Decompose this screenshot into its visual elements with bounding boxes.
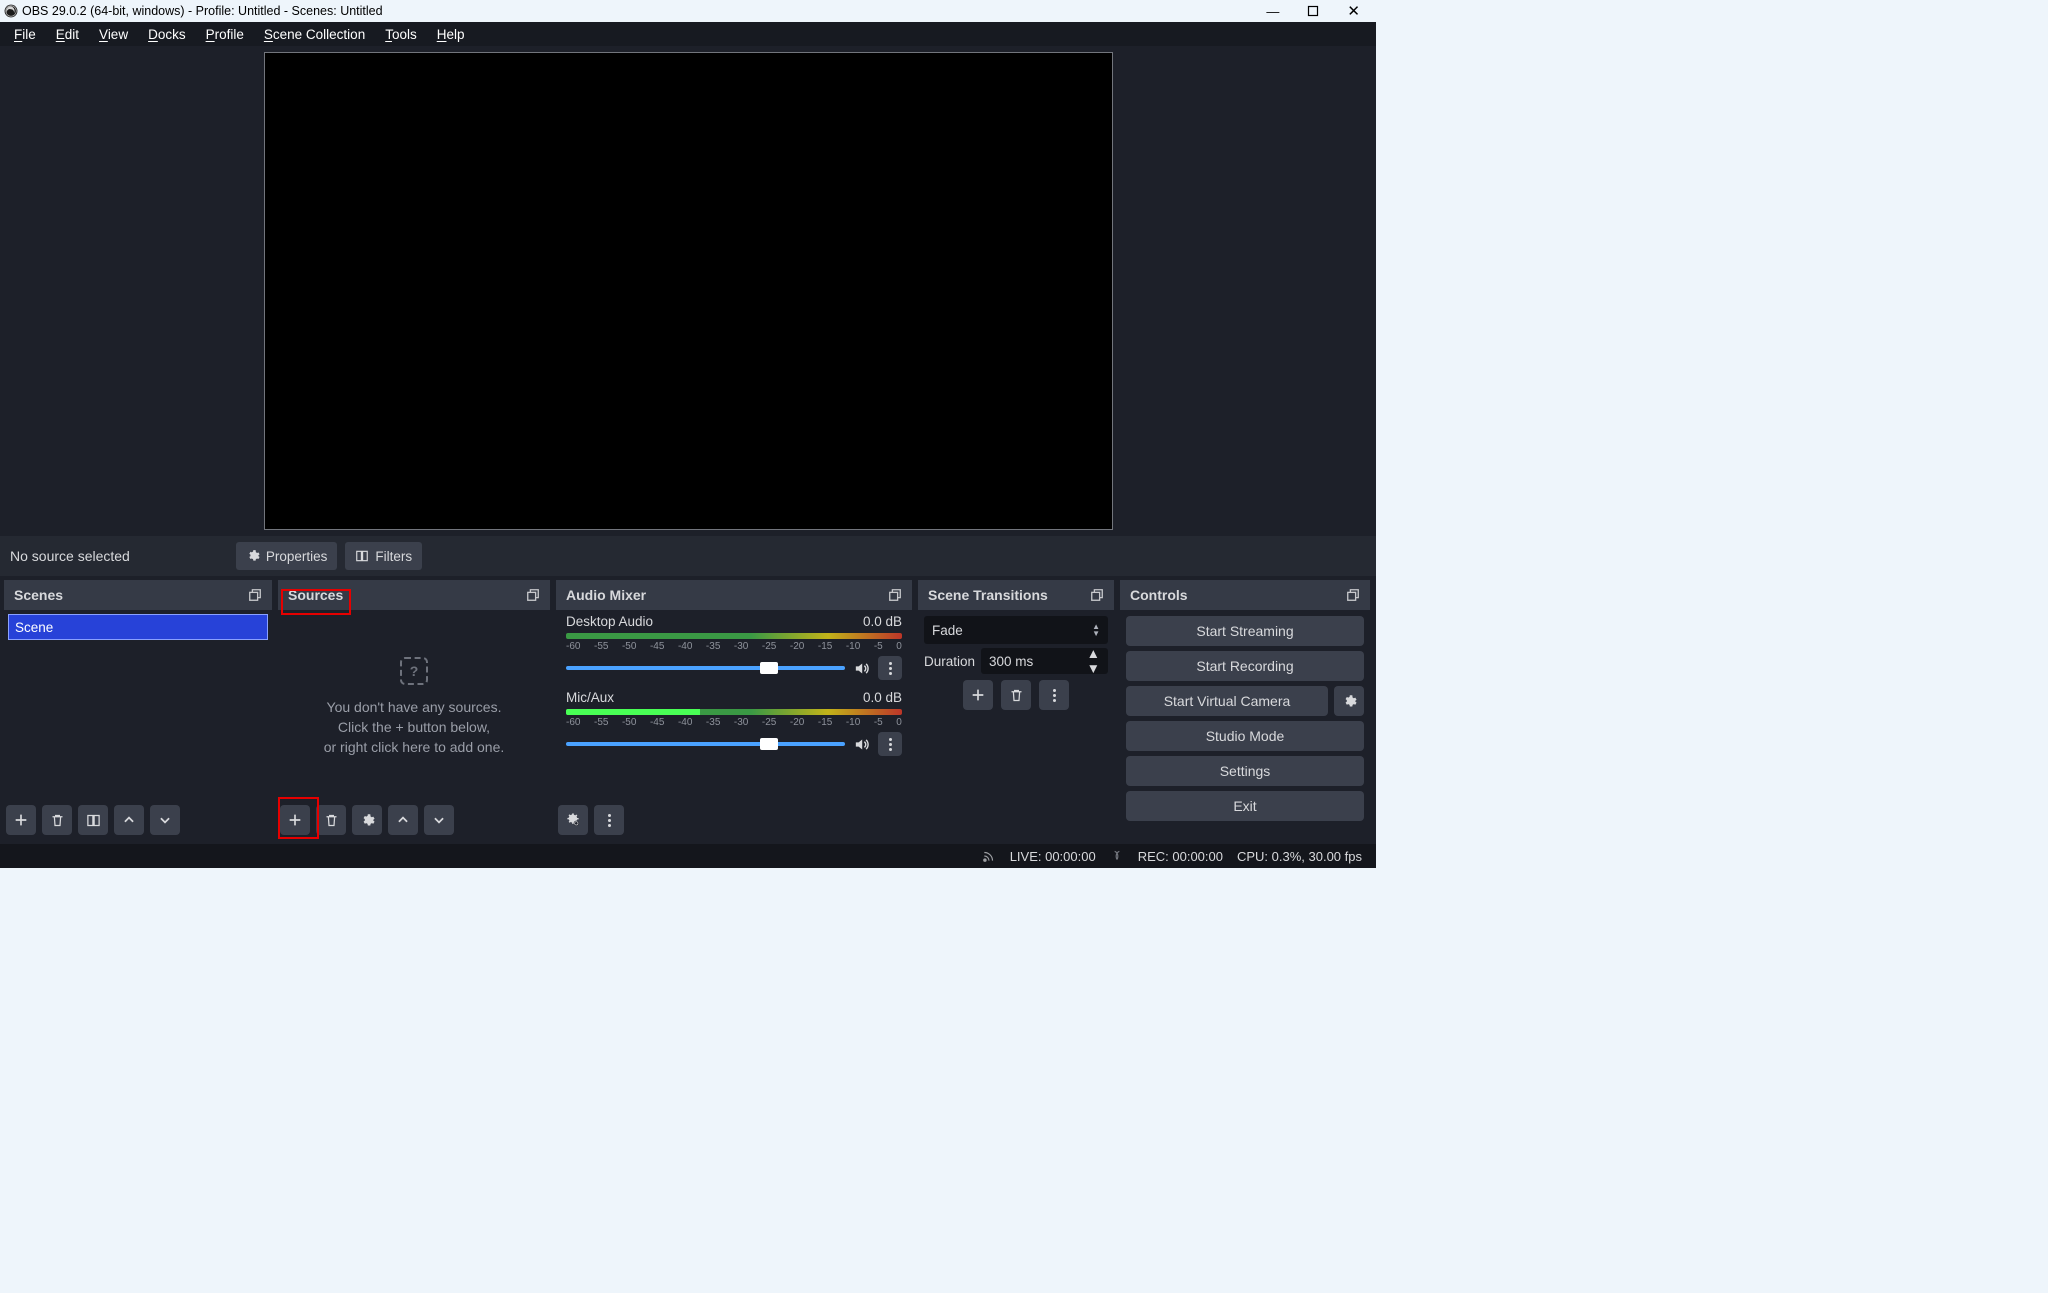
studio-mode-button[interactable]: Studio Mode: [1126, 721, 1364, 751]
volume-slider[interactable]: [566, 742, 845, 746]
mixer-channel: Mic/Aux 0.0 dB -60-55-50-45-40-35-30-25-…: [556, 686, 912, 762]
menu-scene-collection[interactable]: Scene Collection: [254, 24, 375, 45]
virtual-camera-settings-button[interactable]: [1334, 686, 1364, 716]
question-icon: ?: [400, 657, 428, 685]
preview-canvas[interactable]: [264, 52, 1113, 530]
sources-empty-placeholder[interactable]: ? You don't have any sources. Click the …: [278, 610, 550, 802]
popout-icon[interactable]: [888, 588, 902, 602]
mixer-channel: Desktop Audio 0.0 dB -60-55-50-45-40-35-…: [556, 610, 912, 686]
duration-input[interactable]: 300 ms ▲▼: [981, 648, 1108, 674]
window-titlebar: OBS 29.0.2 (64-bit, windows) - Profile: …: [0, 0, 1376, 22]
add-transition-button[interactable]: [963, 680, 993, 710]
popout-icon[interactable]: [526, 588, 540, 602]
scenes-header[interactable]: Scenes: [4, 580, 272, 610]
window-title: OBS 29.0.2 (64-bit, windows) - Profile: …: [22, 4, 383, 18]
filters-icon: [355, 549, 369, 563]
menu-tools[interactable]: Tools: [375, 24, 427, 45]
scene-move-up-button[interactable]: [114, 805, 144, 835]
gear-icon: [246, 549, 260, 563]
start-virtual-camera-button[interactable]: Start Virtual Camera: [1126, 686, 1328, 716]
audio-meter: [566, 633, 902, 639]
popout-icon[interactable]: [248, 588, 262, 602]
source-properties-button[interactable]: [352, 805, 382, 835]
channel-menu-button[interactable]: [878, 656, 902, 680]
minimize-button[interactable]: —: [1266, 5, 1279, 18]
meter-ticks: -60-55-50-45-40-35-30-25-20-15-10-50: [566, 641, 902, 652]
source-move-up-button[interactable]: [388, 805, 418, 835]
channel-name: Desktop Audio: [566, 614, 653, 629]
start-streaming-button[interactable]: Start Streaming: [1126, 616, 1364, 646]
disconnect-icon: [1110, 849, 1124, 863]
scene-move-down-button[interactable]: [150, 805, 180, 835]
popout-icon[interactable]: [1346, 588, 1360, 602]
menu-file[interactable]: File: [4, 24, 46, 45]
mixer-header[interactable]: Audio Mixer: [556, 580, 912, 610]
spinner-icon: ▲▼: [1092, 623, 1100, 637]
channel-name: Mic/Aux: [566, 690, 614, 705]
channel-db: 0.0 dB: [863, 690, 902, 705]
menu-edit[interactable]: Edit: [46, 24, 89, 45]
mixer-menu-button[interactable]: [594, 805, 624, 835]
remove-transition-button[interactable]: [1001, 680, 1031, 710]
meter-ticks: -60-55-50-45-40-35-30-25-20-15-10-50: [566, 717, 902, 728]
controls-dock: Controls Start Streaming Start Recording…: [1120, 580, 1370, 838]
controls-header[interactable]: Controls: [1120, 580, 1370, 610]
properties-button[interactable]: Properties: [236, 542, 338, 570]
preview-area: [0, 46, 1376, 536]
spinner-icon: ▲▼: [1087, 646, 1100, 676]
menu-bar: File Edit View Docks Profile Scene Colle…: [0, 22, 1376, 46]
start-recording-button[interactable]: Start Recording: [1126, 651, 1364, 681]
transition-select[interactable]: Fade ▲▼: [924, 616, 1108, 644]
speaker-icon[interactable]: [853, 660, 870, 677]
transition-menu-button[interactable]: [1039, 680, 1069, 710]
close-button[interactable]: ✕: [1347, 5, 1360, 18]
add-source-button[interactable]: [280, 805, 310, 835]
channel-db: 0.0 dB: [863, 614, 902, 629]
audio-meter: [566, 709, 902, 715]
duration-label: Duration: [924, 654, 975, 669]
remove-source-button[interactable]: [316, 805, 346, 835]
maximize-button[interactable]: [1307, 5, 1319, 18]
transitions-dock: Scene Transitions Fade ▲▼ Duration 300 m…: [918, 580, 1114, 838]
sources-dock: Sources ? You don't have any sources. Cl…: [278, 580, 550, 838]
menu-help[interactable]: Help: [427, 24, 475, 45]
status-rec: REC: 00:00:00: [1138, 849, 1223, 864]
status-live: LIVE: 00:00:00: [1010, 849, 1096, 864]
settings-button[interactable]: Settings: [1126, 756, 1364, 786]
filters-button[interactable]: Filters: [345, 542, 422, 570]
channel-menu-button[interactable]: [878, 732, 902, 756]
status-cpu: CPU: 0.3%, 30.00 fps: [1237, 849, 1362, 864]
scene-filters-button[interactable]: [78, 805, 108, 835]
remove-scene-button[interactable]: [42, 805, 72, 835]
source-info-bar: No source selected Properties Filters: [0, 536, 1376, 576]
audio-mixer-dock: Audio Mixer Desktop Audio 0.0 dB -60-55-…: [556, 580, 912, 838]
mixer-advanced-button[interactable]: [558, 805, 588, 835]
menu-profile[interactable]: Profile: [196, 24, 254, 45]
exit-button[interactable]: Exit: [1126, 791, 1364, 821]
no-source-label: No source selected: [10, 548, 130, 564]
add-scene-button[interactable]: [6, 805, 36, 835]
menu-docks[interactable]: Docks: [138, 24, 196, 45]
popout-icon[interactable]: [1090, 588, 1104, 602]
sources-header[interactable]: Sources: [278, 580, 550, 610]
scene-item[interactable]: Scene: [8, 614, 268, 640]
speaker-icon[interactable]: [853, 736, 870, 753]
transitions-header[interactable]: Scene Transitions: [918, 580, 1114, 610]
status-bar: LIVE: 00:00:00 REC: 00:00:00 CPU: 0.3%, …: [0, 844, 1376, 868]
menu-view[interactable]: View: [89, 24, 138, 45]
source-move-down-button[interactable]: [424, 805, 454, 835]
volume-slider[interactable]: [566, 666, 845, 670]
scenes-dock: Scenes Scene: [4, 580, 272, 838]
obs-logo-icon: [4, 4, 18, 18]
network-icon: [982, 849, 996, 863]
